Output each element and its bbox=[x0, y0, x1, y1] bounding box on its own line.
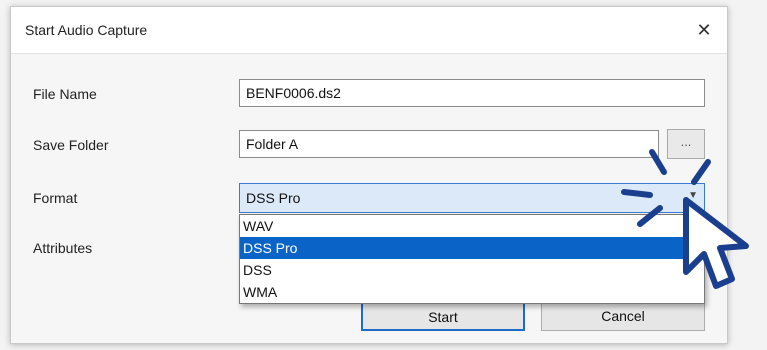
close-icon[interactable]: ✕ bbox=[691, 17, 717, 43]
dialog-title: Start Audio Capture bbox=[25, 22, 148, 38]
start-button[interactable]: Start bbox=[361, 301, 525, 331]
save-folder-input[interactable]: Folder A bbox=[239, 130, 659, 158]
click-pointer-icon bbox=[621, 149, 749, 289]
title-bar: Start Audio Capture ✕ bbox=[11, 7, 727, 54]
file-name-input[interactable]: BENF0006.ds2 bbox=[239, 79, 705, 107]
file-name-label: File Name bbox=[33, 86, 97, 102]
cancel-button[interactable]: Cancel bbox=[541, 301, 705, 331]
format-label: Format bbox=[33, 190, 78, 206]
format-selected-value: DSS Pro bbox=[246, 190, 301, 206]
attributes-label: Attributes bbox=[33, 240, 93, 256]
save-folder-label: Save Folder bbox=[33, 137, 109, 153]
